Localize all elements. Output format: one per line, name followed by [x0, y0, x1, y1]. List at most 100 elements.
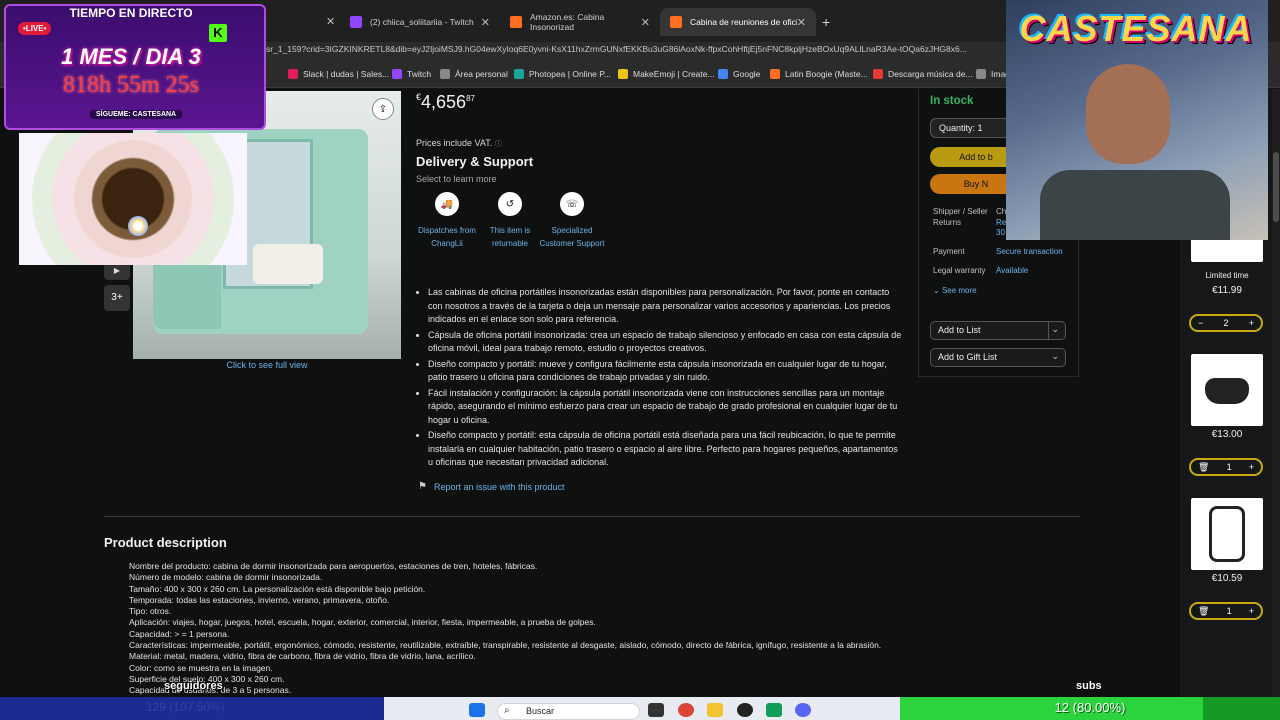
return-icon: ↺ [498, 192, 522, 216]
plus-icon[interactable]: + [1249, 318, 1254, 328]
amazon-icon [670, 16, 682, 28]
obs-icon[interactable] [737, 703, 753, 717]
cart-item-image[interactable] [1191, 238, 1263, 262]
music-icon [770, 69, 780, 79]
payment-link[interactable]: Secure transaction [996, 247, 1063, 256]
description-line: Superficie del suelo: 400 x 300 x 260 cm… [129, 673, 285, 684]
tab-twitch[interactable]: (2) chiica_soliitariia - Twitch ✕ [340, 8, 500, 36]
amazon-icon [510, 16, 522, 28]
add-to-list-button[interactable]: Add to List ⌄ [930, 321, 1066, 340]
image-icon [976, 69, 986, 79]
see-more-link[interactable]: ⌄ See more [933, 286, 977, 295]
feature-returnable[interactable]: ↺ This item is returnable [477, 192, 543, 250]
returns-link[interactable]: Re [996, 218, 1006, 227]
bookmark-latin-boogie[interactable]: Latin Boogie (Maste... [770, 69, 868, 79]
quantity-stepper[interactable]: 🗑 1 + [1189, 458, 1263, 476]
task-view-icon[interactable] [648, 703, 664, 717]
followers-goal-value: 129 (107.50%) [146, 700, 225, 714]
delivery-title: Delivery & Support [416, 154, 534, 169]
close-icon[interactable]: ✕ [481, 16, 490, 29]
stock-status: In stock [930, 95, 974, 107]
cart-item-image[interactable] [1191, 354, 1263, 426]
cart-item-price: €10.59 [1211, 573, 1243, 584]
chevron-down-icon[interactable]: ⌄ [1051, 324, 1059, 335]
bookmark-twitch[interactable]: Twitch [392, 69, 431, 79]
feature-support[interactable]: ☏ Specialized Customer Support [539, 192, 605, 250]
divider [104, 516, 1080, 517]
slack-icon [288, 69, 298, 79]
chrome-icon[interactable] [678, 703, 694, 717]
bookmark-photopea[interactable]: Photopea | Online P... [514, 69, 611, 79]
product-description: Nombre del producto: cabina de dormir in… [129, 561, 929, 697]
minus-icon[interactable]: − [1198, 318, 1203, 328]
quantity-stepper[interactable]: 🗑 1 + [1189, 602, 1263, 620]
cart-item-image[interactable] [1191, 498, 1263, 570]
returns-days[interactable]: 30 [996, 228, 1005, 237]
scrollbar-thumb[interactable] [1273, 152, 1279, 222]
bookmark-area-personal[interactable]: Área personal [440, 69, 508, 79]
windows-start-icon[interactable] [469, 703, 485, 717]
full-view-link[interactable]: Click to see full view [133, 360, 401, 370]
bullet-item: Cápsula de oficina portátil insonorizada… [428, 329, 902, 356]
visual-overlay [19, 133, 247, 265]
search-icon: ⌕ [504, 705, 510, 716]
warranty-link[interactable]: Available [996, 266, 1028, 275]
subs-goal-label: subs [1076, 680, 1102, 692]
close-icon[interactable]: ✕ [326, 15, 335, 28]
quantity-stepper[interactable]: −2 + [1189, 314, 1263, 332]
description-line: Número de modelo: cabina de dormir inson… [129, 572, 323, 583]
bullet-item: Diseño compacto y portátil: mueve y conf… [428, 358, 902, 385]
bookmark-slack[interactable]: Slack | dudas | Sales... [288, 69, 389, 79]
feature-bullets: Las cabinas de oficina portátiles insono… [416, 286, 902, 472]
description-line: Material: metal, madera, vidrio, fibra d… [129, 651, 476, 662]
report-issue-link[interactable]: ⚑ Report an issue with this product [418, 481, 565, 492]
trash-icon[interactable]: 🗑 [1198, 606, 1209, 617]
close-icon[interactable]: ✕ [797, 16, 806, 29]
followers-goal-label: seguidores [164, 680, 223, 692]
new-tab-button[interactable]: + [822, 14, 830, 30]
twitch-icon [350, 16, 362, 28]
tab-label: Cabina de reuniones de oficina [690, 17, 797, 27]
feature-dispatch[interactable]: 🚚 Dispatches from ChangLii [414, 192, 480, 250]
taskbar-search[interactable]: ⌕ Buscar [497, 703, 640, 720]
light-dot [128, 216, 148, 236]
trash-icon[interactable]: 🗑 [1198, 462, 1209, 473]
tab-amazon-search[interactable]: Amazon.es: Cabina Insonorizad ✕ [500, 8, 660, 36]
stream-day: 1 MES / DIA 3 [61, 44, 201, 69]
warranty-label: Legal warranty [933, 266, 986, 275]
truck-icon: 🚚 [435, 192, 459, 216]
description-line: Tipo: otros. [129, 606, 172, 617]
headset-icon: ☏ [560, 192, 584, 216]
description-line: Color: como se muestra en la imagen. [129, 662, 273, 673]
bookmark-makeemoji[interactable]: MakeEmoji | Create... [618, 69, 715, 79]
plus-icon[interactable]: + [1249, 462, 1254, 472]
url-field[interactable]: sr_1_159?crid=3IGZKINKRETL8&dib=eyJ2Ijoi… [266, 44, 1006, 54]
bookmark-google[interactable]: Google [718, 69, 760, 79]
add-to-gift-list-button[interactable]: Add to Gift List ⌄ [930, 348, 1066, 367]
folder-icon[interactable] [707, 703, 723, 717]
sheets-icon[interactable] [766, 703, 782, 717]
vat-note: Prices include VAT. ⓘ [416, 138, 502, 148]
chevron-down-icon: ⌄ [1051, 351, 1059, 361]
bookmark-imag[interactable]: Imag [976, 69, 1010, 79]
more-images-thumbnail[interactable]: 3+ [104, 285, 130, 311]
twitch-icon [392, 69, 402, 79]
cart-item-badge: Limited time [1205, 271, 1249, 280]
description-line: Características: impermeable, portátil, … [129, 640, 882, 651]
description-line: Capacidad de usuarios: de 3 a 5 personas… [129, 685, 292, 696]
cart-item-price: €13.00 [1211, 429, 1243, 440]
tab-label: Amazon.es: Cabina Insonorizad [530, 12, 605, 32]
close-icon[interactable]: ✕ [641, 16, 650, 29]
streamer-logo: CASTESANA [1019, 8, 1253, 49]
kick-icon: K [209, 24, 227, 42]
returns-label: Returns [933, 218, 962, 227]
plus-icon[interactable]: + [1249, 606, 1254, 616]
tab-amazon-product[interactable]: Cabina de reuniones de oficina ✕ [660, 8, 816, 36]
share-icon[interactable]: ⇪ [372, 98, 394, 120]
bookmark-descarga[interactable]: Descarga música de... [873, 69, 973, 79]
description-line: Aplicación: viajes, hogar, juegos, hotel… [129, 617, 596, 628]
download-icon [873, 69, 883, 79]
emoji-icon [618, 69, 628, 79]
discord-icon[interactable] [795, 703, 811, 717]
info-icon[interactable]: ⓘ [495, 141, 502, 148]
